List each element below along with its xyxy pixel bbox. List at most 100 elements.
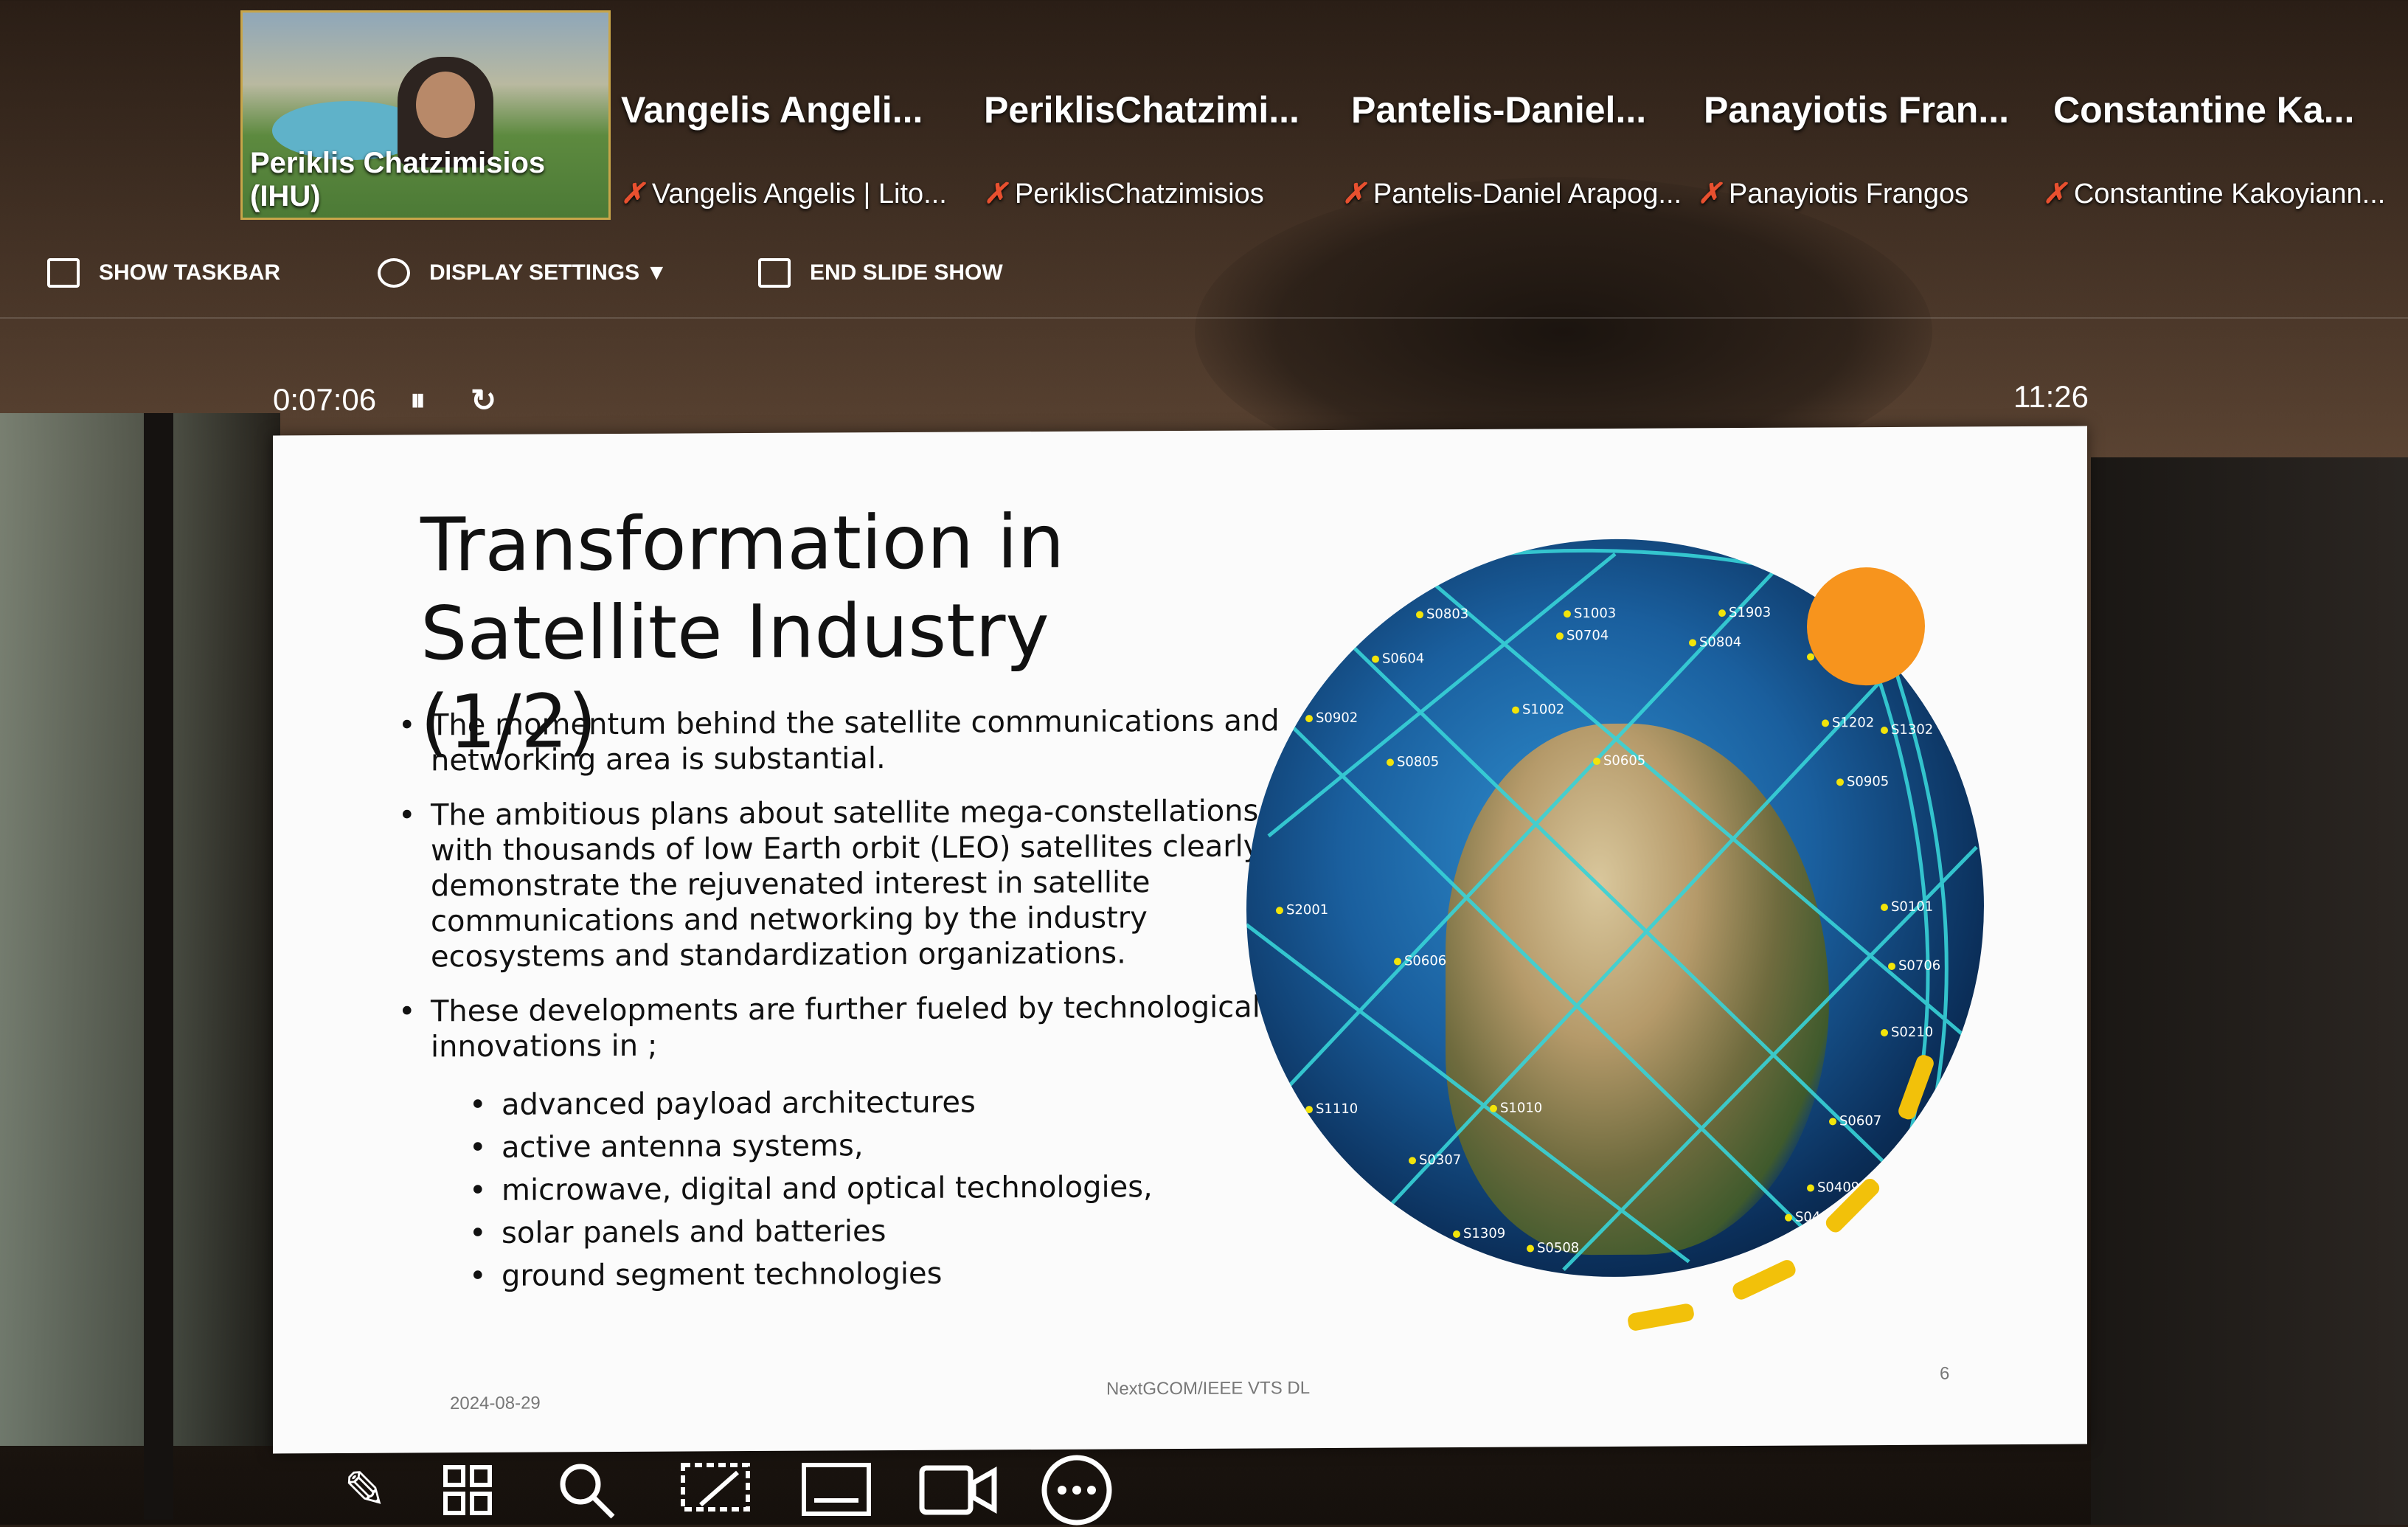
participant-sub-2: ✗ PeriklisChatzimisios — [984, 177, 1264, 210]
satellite-dot — [1888, 962, 1895, 970]
satellite-dot — [1881, 903, 1888, 912]
satellite-label: S0805 — [1387, 754, 1439, 769]
satellite-dot — [1556, 632, 1564, 640]
satellite-label: S0804 — [1689, 634, 1741, 650]
mic-muted-icon: ✗ — [984, 179, 1007, 210]
mic-muted-icon: ✗ — [2043, 179, 2067, 210]
video-face — [416, 72, 475, 138]
participant-sub-4: ✗ Panayiotis Frangos — [1698, 177, 1968, 210]
zoom-svg — [560, 1464, 615, 1519]
mic-muted-icon: ✗ — [621, 179, 645, 210]
satellite-dot — [1305, 1106, 1313, 1114]
satellite-dot — [1394, 958, 1401, 966]
satellite-label: S0803 — [1416, 606, 1468, 622]
participant-sub-label: PeriklisChatzimisios — [1014, 179, 1264, 210]
sub-bullet-4: solar panels and batteries — [398, 1208, 1283, 1255]
satellite-dot — [1416, 611, 1423, 619]
satellite-label: S1110 — [1305, 1101, 1358, 1117]
participant-sub-1: ✗ Vangelis Angelis | Lito... — [621, 177, 947, 210]
zoom-icon[interactable] — [553, 1461, 620, 1520]
participant-sub-3: ✗ Pantelis-Daniel Arapog... — [1342, 177, 1682, 210]
sub-bullet-3: microwave, digital and optical technolog… — [398, 1165, 1283, 1212]
end-slideshow-icon — [758, 258, 791, 288]
satellite-dot — [1409, 1157, 1416, 1165]
satellite-dot — [1527, 1244, 1534, 1253]
toolbar-divider — [0, 317, 2408, 319]
satellite-dot — [1564, 610, 1571, 618]
more-options-svg — [1041, 1455, 1112, 1526]
self-video-tile[interactable]: Periklis Chatzimisios (IHU) — [240, 10, 611, 220]
bullet-2: The ambitious plans about satellite mega… — [398, 793, 1283, 974]
decorative-sun-circle — [1807, 567, 1925, 686]
satellite-label: S0902 — [1305, 710, 1358, 726]
subtitles-icon[interactable] — [799, 1461, 873, 1520]
bullet-3: These developments are further fueled by… — [398, 989, 1283, 1064]
satellite-dot — [1490, 1104, 1497, 1112]
participant-name-1[interactable]: Vangelis Angeli... — [621, 89, 923, 131]
display-settings-icon — [378, 258, 410, 288]
background-door-frame — [144, 413, 173, 1520]
camera-icon[interactable] — [917, 1461, 999, 1520]
satellite-dot — [1829, 1118, 1836, 1126]
satellite-label: S0905 — [1836, 774, 1889, 789]
satellite-dot — [1372, 655, 1379, 663]
clock: 11:26 — [2013, 379, 2089, 414]
end-slide-show-label: END SLIDE SHOW — [810, 260, 1003, 285]
satellite-label: S1010 — [1490, 1100, 1542, 1116]
satellite-dot — [1836, 778, 1844, 786]
participant-name-4[interactable]: Panayiotis Fran... — [1704, 89, 2009, 131]
show-taskbar-label: SHOW TASKBAR — [99, 260, 281, 285]
display-settings-button[interactable]: DISPLAY SETTINGS ▼ — [378, 258, 667, 288]
satellite-label: S0101 — [1881, 899, 1933, 915]
satellite-label: S0508 — [1527, 1240, 1579, 1256]
participant-name-5[interactable]: Constantine Ka... — [2053, 89, 2354, 131]
satellite-label: S0210 — [1881, 1025, 1933, 1040]
satellite-dot — [1822, 719, 1829, 727]
decorative-arc-dash — [1626, 1302, 1696, 1332]
mic-muted-icon: ✗ — [1342, 179, 1366, 210]
show-taskbar-button[interactable]: SHOW TASKBAR — [47, 258, 280, 288]
display-settings-label: DISPLAY SETTINGS ▼ — [429, 260, 668, 285]
slide-date: 2024-08-29 — [450, 1393, 541, 1414]
reset-timer-icon[interactable]: ↻ — [471, 382, 496, 418]
satellite-dot — [1453, 1230, 1460, 1239]
satellite-dot — [1387, 758, 1394, 766]
participant-sub-label: Panayiotis Frangos — [1728, 179, 1969, 210]
participant-name-3[interactable]: Pantelis-Daniel... — [1351, 89, 1646, 131]
taskbar-icon — [47, 258, 80, 288]
participant-sub-5: ✗ Constantine Kakoyiann... — [2043, 177, 2385, 210]
satellite-label: S1202 — [1822, 715, 1874, 730]
bullet-1: The momentum behind the satellite commun… — [398, 703, 1283, 778]
participant-sub-label: Constantine Kakoyiann... — [2073, 179, 2386, 210]
satellite-dot — [1718, 609, 1726, 617]
slide-page-number: 6 — [1940, 1363, 1950, 1384]
satellite-label: S0607 — [1829, 1113, 1881, 1129]
satellite-label: S1002 — [1512, 702, 1564, 718]
slide-bullet-list: The momentum behind the satellite commun… — [398, 703, 1283, 1298]
sub-bullet-1: advanced payload architectures — [398, 1079, 1283, 1126]
satellite-dot — [1881, 1028, 1888, 1037]
participant-sub-label: Pantelis-Daniel Arapog... — [1373, 179, 1682, 210]
end-slide-show-button[interactable]: END SLIDE SHOW — [758, 258, 1003, 288]
satellite-dot — [1512, 706, 1519, 714]
more-options-icon[interactable] — [1040, 1455, 1114, 1526]
satellite-label: S1003 — [1564, 606, 1616, 621]
self-tile-name: Periklis Chatzimisios (IHU) — [250, 147, 546, 212]
laser-pointer-icon[interactable] — [679, 1461, 752, 1520]
satellite-dot — [1593, 758, 1600, 766]
pen-icon[interactable]: ✎ — [332, 1461, 398, 1520]
participant-name-2[interactable]: PeriklisChatzimi... — [984, 89, 1300, 131]
satellite-dot — [1689, 639, 1696, 647]
sub-bullet-5: ground segment technologies — [398, 1250, 1283, 1298]
satellite-label: S0307 — [1409, 1152, 1461, 1168]
satellite-label: S0605 — [1593, 753, 1645, 769]
satellite-label: S0706 — [1888, 958, 1940, 974]
background-wall — [2091, 457, 2408, 1525]
elapsed-timer: 0:07:06 — [273, 382, 377, 417]
slides-grid-icon[interactable] — [435, 1461, 502, 1520]
subtitles-svg — [802, 1463, 871, 1516]
satellite-label: S2001 — [1276, 902, 1328, 918]
slides-grid-svg — [443, 1465, 492, 1515]
pause-icon[interactable]: ⏸ — [410, 382, 426, 418]
satellite-dot — [1881, 726, 1888, 735]
